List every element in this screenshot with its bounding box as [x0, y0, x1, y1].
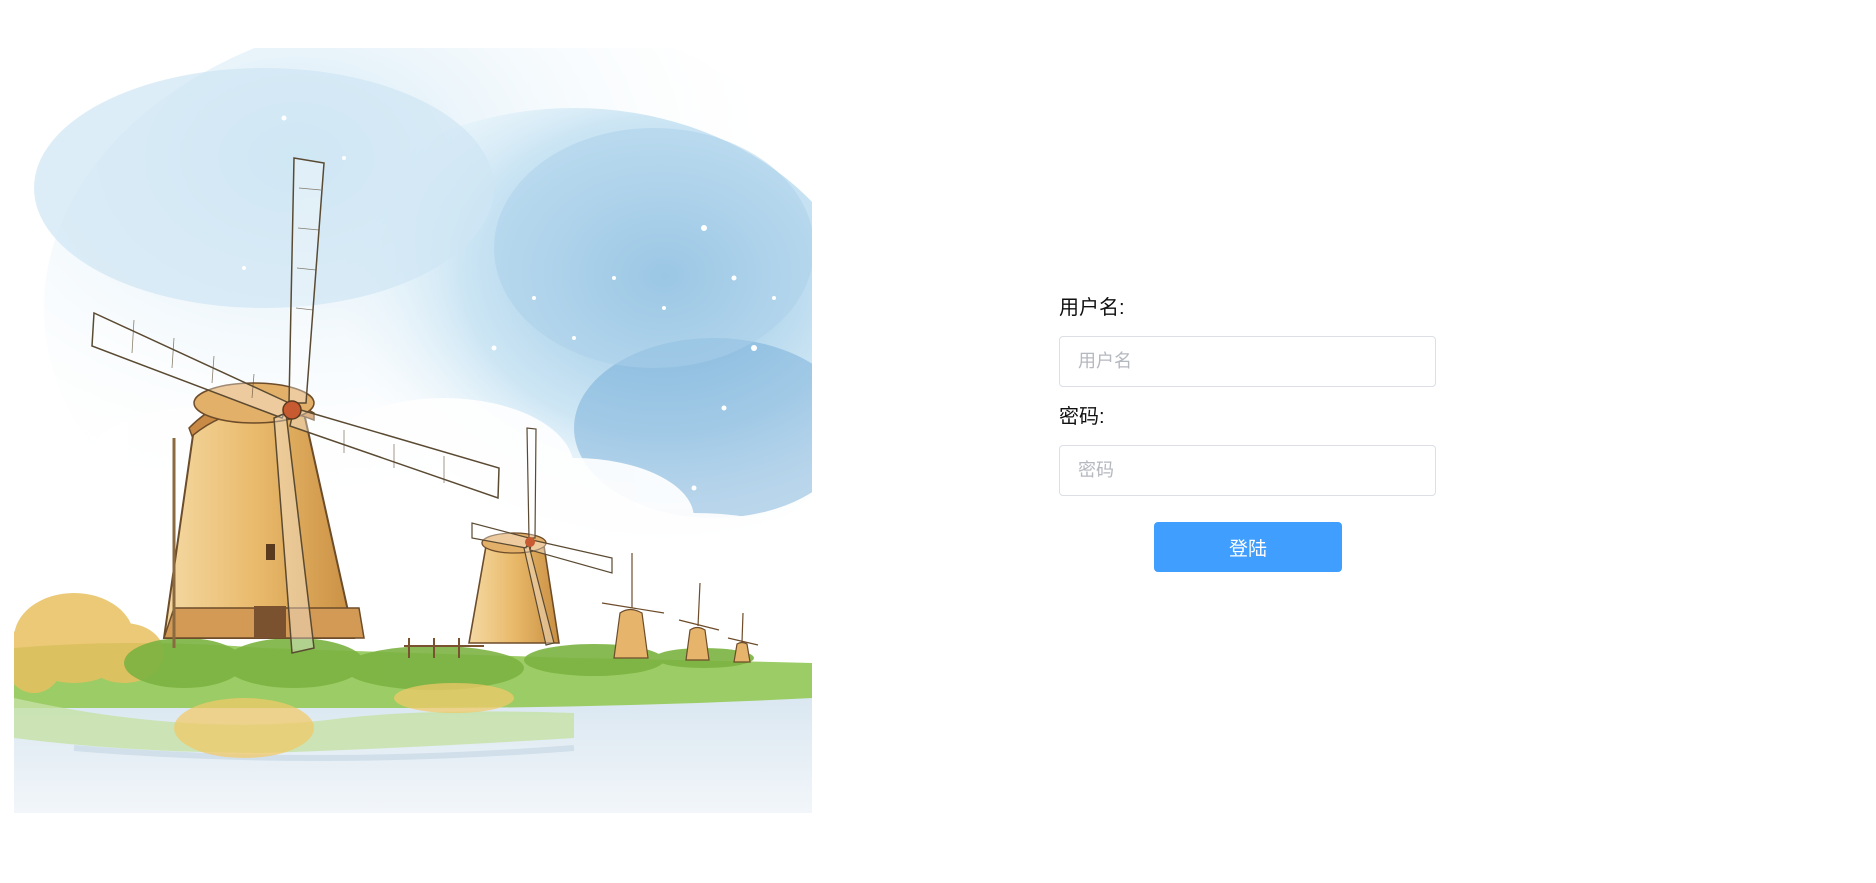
username-label: 用户名: — [1059, 297, 1125, 319]
login-button[interactable]: 登陆 — [1154, 522, 1342, 572]
login-form: 用户名: 密码: 登陆 — [1059, 290, 1439, 572]
password-input[interactable] — [1059, 445, 1436, 496]
windmill-illustration — [14, 48, 812, 813]
login-page: 用户名: 密码: 登陆 — [0, 0, 1876, 883]
password-label: 密码: — [1059, 406, 1105, 428]
windmill-illustration-svg — [14, 48, 812, 813]
username-input[interactable] — [1059, 336, 1436, 387]
